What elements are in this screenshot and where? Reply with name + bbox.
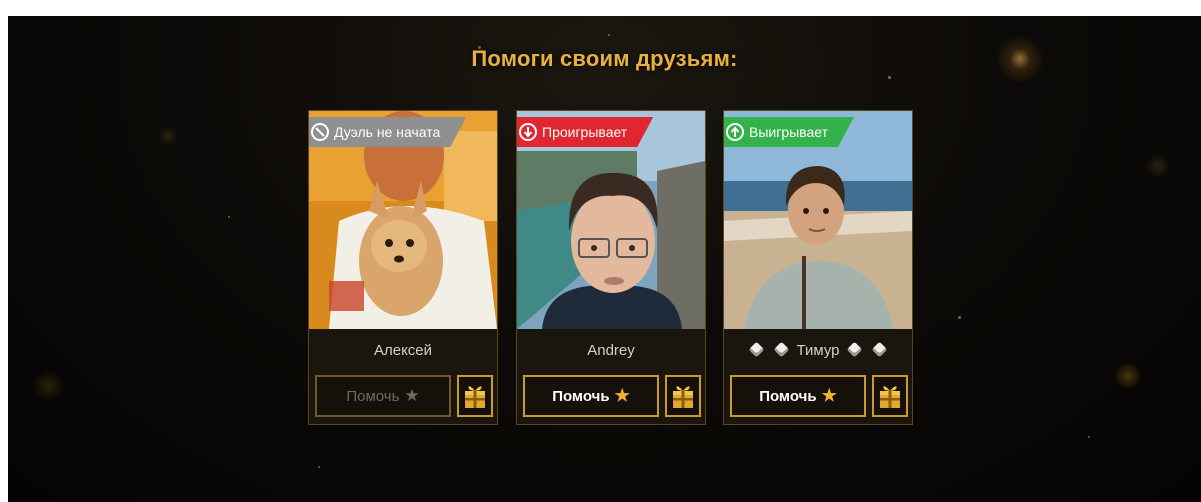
status-label: Проигрывает bbox=[542, 124, 628, 140]
gift-button[interactable] bbox=[872, 375, 908, 417]
friend-photo: Проигрывает bbox=[517, 111, 705, 329]
friend-name: Тимур bbox=[796, 342, 840, 359]
friend-card: Дуэль не начата Алексей Помочь ★ bbox=[308, 110, 498, 425]
friend-photo: Дуэль не начата bbox=[309, 111, 497, 329]
help-button[interactable]: Помочь ★ bbox=[730, 375, 866, 417]
status-badge: Выигрывает bbox=[724, 117, 854, 147]
friend-card: Проигрывает Andrey Помочь ★ bbox=[516, 110, 706, 425]
friend-name: Алексей bbox=[373, 342, 433, 359]
friend-card: Выигрывает Тимур Помочь ★ bbox=[723, 110, 913, 425]
help-button-label: Помочь bbox=[552, 387, 610, 405]
sparkle-background: Помоги своим друзьям: Дуэль не начата Ал… bbox=[8, 16, 1201, 502]
gift-icon bbox=[880, 386, 900, 408]
friend-name-row: Тимур bbox=[724, 341, 912, 359]
dice-icon bbox=[748, 341, 765, 358]
ban-icon bbox=[311, 123, 329, 141]
gift-button[interactable] bbox=[457, 375, 493, 417]
star-icon: ★ bbox=[404, 386, 420, 405]
status-label: Выигрывает bbox=[749, 124, 828, 140]
gift-button[interactable] bbox=[665, 375, 701, 417]
help-button-label: Помочь bbox=[346, 387, 400, 405]
help-button[interactable]: Помочь ★ bbox=[523, 375, 659, 417]
status-badge: Проигрывает bbox=[517, 117, 653, 147]
arrow-up-circle-icon bbox=[726, 123, 744, 141]
gift-icon bbox=[673, 386, 693, 408]
help-button[interactable]: Помочь ★ bbox=[315, 375, 451, 417]
gift-icon bbox=[465, 386, 485, 408]
dice-icon bbox=[773, 341, 790, 358]
help-button-label: Помочь bbox=[759, 387, 817, 405]
dice-icon bbox=[846, 341, 863, 358]
dice-icon bbox=[871, 341, 888, 358]
page-title: Помоги своим друзьям: bbox=[471, 46, 738, 71]
friend-name: Andrey bbox=[587, 342, 635, 359]
status-badge: Дуэль не начата bbox=[309, 117, 466, 147]
friend-photo: Выигрывает bbox=[724, 111, 912, 329]
arrow-down-circle-icon bbox=[519, 123, 537, 141]
status-label: Дуэль не начата bbox=[334, 124, 441, 140]
star-icon: ★ bbox=[614, 386, 630, 405]
star-icon: ★ bbox=[821, 386, 837, 405]
